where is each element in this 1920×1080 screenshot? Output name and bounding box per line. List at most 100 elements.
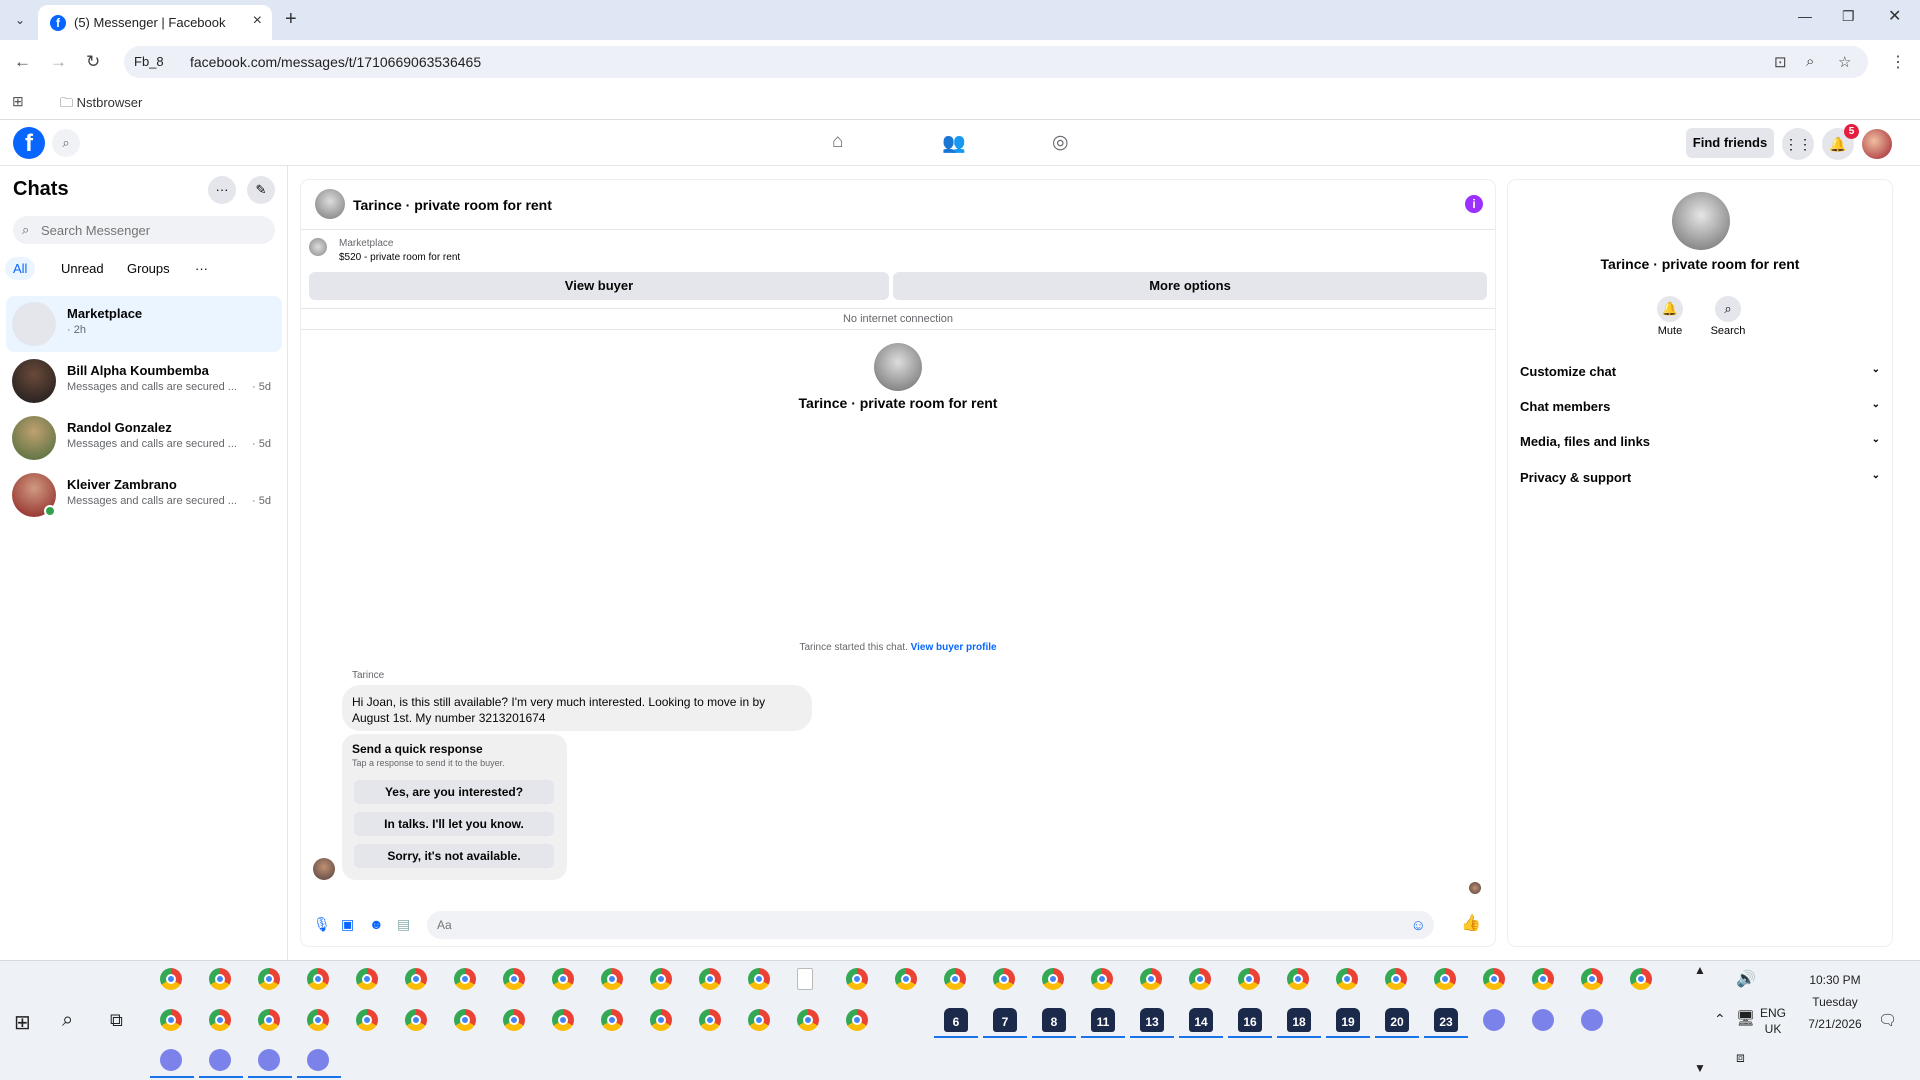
chrome-icon[interactable] [1238, 968, 1260, 990]
menu-grid-icon[interactable]: ⋮⋮ [1782, 128, 1814, 160]
chrome-icon[interactable] [356, 1009, 378, 1031]
back-icon[interactable]: ← [14, 52, 31, 72]
chrome-icon[interactable] [307, 1009, 329, 1031]
search-action[interactable]: ⌕ Search [1698, 296, 1758, 337]
chrome-icon[interactable] [552, 1009, 574, 1031]
browser-profile-icon[interactable]: 7 [993, 1008, 1017, 1032]
browser-profile-icon[interactable]: 18 [1287, 1008, 1311, 1032]
chrome-icon[interactable] [405, 968, 427, 990]
listing-price[interactable]: $520 - private room for rent [339, 252, 460, 263]
chrome-icon[interactable] [601, 1009, 623, 1031]
microphone-icon[interactable]: 🎙 [313, 916, 331, 933]
chrome-icon[interactable] [160, 968, 182, 990]
quick-response-sorry[interactable]: Sorry, it's not available. [354, 844, 554, 868]
new-tab-icon[interactable]: + [285, 8, 297, 31]
facebook-logo-icon[interactable]: f [13, 127, 45, 159]
view-buyer-button[interactable]: View buyer [309, 272, 889, 300]
bookmark-folder[interactable]: 🗀 Nstbrowser [60, 94, 142, 116]
language-indicator[interactable]: ENG UK [1760, 1005, 1786, 1037]
browser-profile-icon[interactable]: 23 [1434, 1008, 1458, 1032]
scroll-down-icon[interactable]: ▼ [1694, 1061, 1706, 1075]
chrome-icon[interactable] [1042, 968, 1064, 990]
chat-item-marketplace[interactable]: Marketplace · 2h [6, 296, 282, 352]
filter-all[interactable]: All [5, 257, 36, 280]
like-thumb-icon[interactable]: 👍 [1461, 913, 1481, 933]
forward-icon[interactable]: → [50, 52, 67, 72]
network-icon[interactable]: 🖥 [1736, 1009, 1755, 1027]
browser-profile-icon[interactable]: 11 [1091, 1008, 1115, 1032]
chrome-icon[interactable] [1189, 968, 1211, 990]
accordion-privacy-support[interactable]: Privacy & support ⌄ [1520, 470, 1880, 494]
scroll-up-icon[interactable]: ▲ [1694, 963, 1706, 977]
quick-response-in-talks[interactable]: In talks. I'll let you know. [354, 812, 554, 836]
message-input-box[interactable]: ☺ [427, 911, 1434, 939]
browser-tab[interactable]: f (5) Messenger | Facebook × [38, 5, 272, 40]
chrome-icon[interactable] [356, 968, 378, 990]
gif-icon[interactable]: ▤ [397, 916, 410, 933]
filter-groups[interactable]: Groups [127, 261, 170, 276]
chrome-icon[interactable] [1091, 968, 1113, 990]
browser-profile-icon[interactable]: 8 [1042, 1008, 1066, 1032]
chat-options-icon[interactable]: ··· [208, 176, 236, 204]
chrome-icon[interactable] [797, 1009, 819, 1031]
chrome-icon[interactable] [650, 968, 672, 990]
device-icon[interactable]: ⧈ [1736, 1049, 1745, 1066]
search-messenger-input[interactable] [41, 220, 261, 240]
chat-item-bill[interactable]: Bill Alpha Koumbemba Messages and calls … [6, 353, 282, 409]
quick-response-yes[interactable]: Yes, are you interested? [354, 780, 554, 804]
chrome-icon[interactable] [601, 968, 623, 990]
messenger-search[interactable]: ⌕ [13, 216, 275, 244]
chrome-icon[interactable] [1287, 968, 1309, 990]
task-view-icon[interactable]: ⧉ [110, 1010, 123, 1031]
view-buyer-profile-link[interactable]: View buyer profile [911, 642, 997, 653]
photo-icon[interactable]: ▣ [341, 916, 354, 933]
notification-center-icon[interactable]: 🗨 [1878, 1011, 1897, 1029]
message-input[interactable] [437, 916, 1337, 934]
browser-profile-icon[interactable]: 6 [944, 1008, 968, 1032]
accordion-chat-members[interactable]: Chat members ⌄ [1520, 399, 1880, 423]
chat-item-kleiver[interactable]: Kleiver Zambrano Messages and calls are … [6, 467, 282, 523]
chat-item-randol[interactable]: Randol Gonzalez Messages and calls are s… [6, 410, 282, 466]
chrome-icon[interactable] [699, 1009, 721, 1031]
chrome-icon[interactable] [258, 1009, 280, 1031]
browser-profile-icon[interactable]: 14 [1189, 1008, 1213, 1032]
address-bar[interactable]: Fb_8 facebook.com/messages/t/17106690635… [124, 46, 1868, 78]
emoji-icon[interactable]: ☺ [1411, 917, 1426, 934]
show-hidden-icons[interactable]: ⌃ [1714, 1011, 1726, 1028]
browser-icon[interactable] [307, 1049, 329, 1071]
browser-icon[interactable] [209, 1049, 231, 1071]
chrome-icon[interactable] [454, 1009, 476, 1031]
zoom-icon[interactable]: ⌕ [1806, 53, 1814, 70]
site-info-chip[interactable]: Fb_8 [134, 54, 164, 69]
chrome-icon[interactable] [748, 1009, 770, 1031]
chrome-icon[interactable] [160, 1009, 182, 1031]
url-text[interactable]: facebook.com/messages/t/1710669063536465 [190, 54, 481, 70]
chrome-icon[interactable] [1385, 968, 1407, 990]
filter-unread[interactable]: Unread [61, 261, 104, 276]
minimize-icon[interactable]: — [1798, 8, 1812, 24]
restore-icon[interactable]: ❐ [1842, 8, 1855, 25]
info-icon[interactable]: i [1465, 195, 1483, 213]
windows-start-icon[interactable]: ⊞ [14, 1010, 31, 1035]
filter-more[interactable]: ··· [195, 261, 208, 276]
find-friends-button[interactable]: Find friends [1686, 128, 1774, 158]
accordion-customize-chat[interactable]: Customize chat ⌄ [1520, 364, 1880, 388]
chrome-icon[interactable] [209, 1009, 231, 1031]
account-avatar[interactable] [1862, 129, 1892, 159]
new-message-icon[interactable]: ✎ [247, 176, 275, 204]
chrome-icon[interactable] [1336, 968, 1358, 990]
chrome-icon[interactable] [209, 968, 231, 990]
groups-icon[interactable]: ◎ [1052, 131, 1069, 154]
bookmark-star-icon[interactable]: ☆ [1838, 53, 1851, 71]
browser-icon[interactable] [1581, 1009, 1603, 1031]
volume-icon[interactable]: 🔊 [1736, 969, 1756, 989]
browser-icon[interactable] [258, 1049, 280, 1071]
chrome-icon[interactable] [1581, 968, 1603, 990]
install-app-icon[interactable]: ⊡ [1774, 53, 1787, 71]
sticker-icon[interactable]: ☻ [369, 916, 384, 932]
chrome-icon[interactable] [895, 968, 917, 990]
reload-icon[interactable]: ↻ [86, 52, 100, 72]
tab-search-chevron-icon[interactable]: ⌄ [10, 10, 30, 30]
browser-icon[interactable] [160, 1049, 182, 1071]
chrome-icon[interactable] [1532, 968, 1554, 990]
